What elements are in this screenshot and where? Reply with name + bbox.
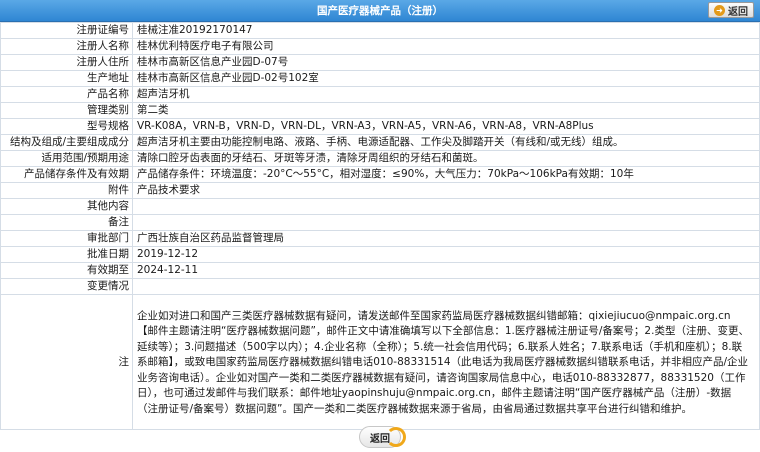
table-row: 结构及组成/主要组成成分 超声洁牙机主要由功能控制电路、液路、手柄、电源适配器、… xyxy=(0,134,760,151)
row-label: 注册证编号 xyxy=(0,22,133,39)
row-value: 清除口腔牙齿表面的牙结石、牙斑等牙渍，清除牙周组织的牙结石和菌斑。 xyxy=(132,150,760,167)
row-value: 超声洁牙机 xyxy=(132,86,760,103)
table-row: 型号规格 VR-K08A，VRN-B，VRN-D，VRN-DL，VRN-A3，V… xyxy=(0,118,760,135)
table-row: 附件 产品技术要求 xyxy=(0,182,760,199)
row-value xyxy=(132,198,760,215)
row-label: 结构及组成/主要组成成分 xyxy=(0,134,133,151)
table-row: 产品储存条件及有效期 产品储存条件：环境温度：-20°C～55°C，相对湿度：≤… xyxy=(0,166,760,183)
note-text: 企业如对进口和国产三类医疗器械数据有疑问，请发送邮件至国家药监局医疗器械数据纠错… xyxy=(132,294,760,430)
row-value xyxy=(132,214,760,231)
row-value: 2024-12-11 xyxy=(132,262,760,279)
row-label: 适用范围/预期用途 xyxy=(0,150,133,167)
row-value: 桂林优利特医疗电子有限公司 xyxy=(132,38,760,55)
row-label: 管理类别 xyxy=(0,102,133,119)
row-value: 桂械注准20192170147 xyxy=(132,22,760,39)
table-row: 产品名称 超声洁牙机 xyxy=(0,86,760,103)
row-value: VR-K08A，VRN-B，VRN-D，VRN-DL，VRN-A3，VRN-A5… xyxy=(132,118,760,135)
table-row: 批准日期 2019-12-12 xyxy=(0,246,760,263)
row-value: 广西壮族自治区药品监督管理局 xyxy=(132,230,760,247)
table-row: 备注 xyxy=(0,214,760,231)
row-label: 产品储存条件及有效期 xyxy=(0,166,133,183)
table-row: 注册人住所 桂林市高新区信息产业园D-07号 xyxy=(0,54,760,71)
page-header: 国产医疗器械产品（注册） ➜ 返回 xyxy=(0,0,760,22)
table-row: 注册证编号 桂械注准20192170147 xyxy=(0,22,760,39)
page-title: 国产医疗器械产品（注册） xyxy=(317,5,443,17)
table-row: 适用范围/预期用途 清除口腔牙齿表面的牙结石、牙斑等牙渍，清除牙周组织的牙结石和… xyxy=(0,150,760,167)
registration-info-table: 注册证编号 桂械注准20192170147 注册人名称 桂林优利特医疗电子有限公… xyxy=(0,22,760,430)
table-row: 审批部门 广西壮族自治区药品监督管理局 xyxy=(0,230,760,247)
row-value: 2019-12-12 xyxy=(132,246,760,263)
back-button-bottom[interactable]: 返回 xyxy=(359,426,406,448)
row-label: 生产地址 xyxy=(0,70,133,87)
table-row: 其他内容 xyxy=(0,198,760,215)
table-row: 有效期至 2024-12-11 xyxy=(0,262,760,279)
back-ring-icon xyxy=(386,427,406,447)
row-value xyxy=(132,278,760,295)
table-row: 注册人名称 桂林优利特医疗电子有限公司 xyxy=(0,38,760,55)
row-label: 产品名称 xyxy=(0,86,133,103)
row-value: 第二类 xyxy=(132,102,760,119)
row-label: 审批部门 xyxy=(0,230,133,247)
table-row: 变更情况 xyxy=(0,278,760,295)
row-value: 产品储存条件：环境温度：-20°C～55°C，相对湿度：≤90%，大气压力：70… xyxy=(132,166,760,183)
row-label: 注册人住所 xyxy=(0,54,133,71)
row-value: 桂林市高新区信息产业园D-02号102室 xyxy=(132,70,760,87)
row-value: 超声洁牙机主要由功能控制电路、液路、手柄、电源适配器、工作尖及脚踏开关（有线和/… xyxy=(132,134,760,151)
row-value: 产品技术要求 xyxy=(132,182,760,199)
row-label: 变更情况 xyxy=(0,278,133,295)
note-row: 注 企业如对进口和国产三类医疗器械数据有疑问，请发送邮件至国家药监局医疗器械数据… xyxy=(0,294,760,430)
back-button-top[interactable]: ➜ 返回 xyxy=(708,2,754,18)
note-label: 注 xyxy=(0,294,133,430)
row-label: 型号规格 xyxy=(0,118,133,135)
row-value: 桂林市高新区信息产业园D-07号 xyxy=(132,54,760,71)
row-label: 其他内容 xyxy=(0,198,133,215)
back-arrow-icon: ➜ xyxy=(714,4,725,16)
back-button-top-label: 返回 xyxy=(728,6,748,18)
row-label: 批准日期 xyxy=(0,246,133,263)
table-row: 管理类别 第二类 xyxy=(0,102,760,119)
row-label: 注册人名称 xyxy=(0,38,133,55)
row-label: 有效期至 xyxy=(0,262,133,279)
row-label: 附件 xyxy=(0,182,133,199)
row-label: 备注 xyxy=(0,214,133,231)
table-row: 生产地址 桂林市高新区信息产业园D-02号102室 xyxy=(0,70,760,87)
